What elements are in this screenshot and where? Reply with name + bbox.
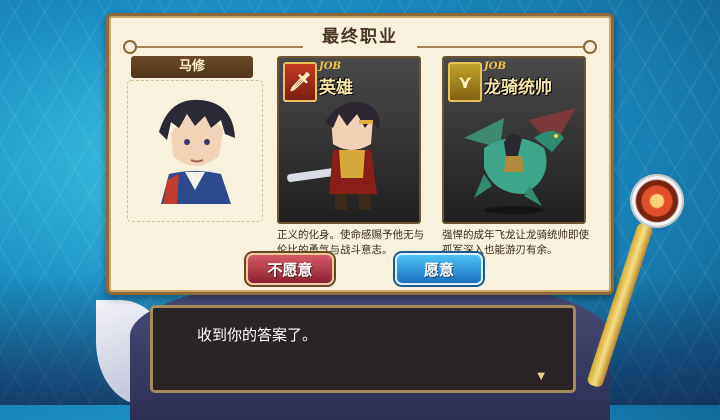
message-text: 收到你的答案了。: [197, 326, 318, 344]
message-box[interactable]: 收到你的答案了。 ▼: [150, 305, 576, 393]
triangle-down-icon: ▼: [537, 371, 545, 382]
dialog-title: 最终职业: [322, 27, 398, 47]
background-orb: [632, 176, 682, 226]
decline-button[interactable]: 不愿意: [246, 253, 334, 285]
job-select-dialog: 最终职业 马修 🗡 JOB 英雄 ⋎ JOB 龙骑统帅 正义的化身。使命感赐予他…: [106, 13, 614, 295]
job-tag: JOB: [319, 61, 341, 72]
character-name: 马修: [131, 56, 253, 78]
job-tag: JOB: [484, 61, 506, 72]
job-card-hero[interactable]: 🗡 JOB 英雄: [277, 56, 421, 224]
wing-icon: ⋎: [448, 62, 482, 102]
job-card-dragon-commander[interactable]: ⋎ JOB 龙骑统帅: [442, 56, 586, 224]
dragon-sprite: [464, 108, 576, 214]
accept-button[interactable]: 愿意: [395, 253, 483, 285]
job-name-hero: 英雄: [319, 78, 353, 98]
hero-sprite: [287, 101, 380, 210]
sword-icon: 🗡: [283, 62, 317, 102]
character-portrait: [159, 99, 235, 204]
job-name-dragon-commander: 龙骑统帅: [484, 78, 552, 98]
